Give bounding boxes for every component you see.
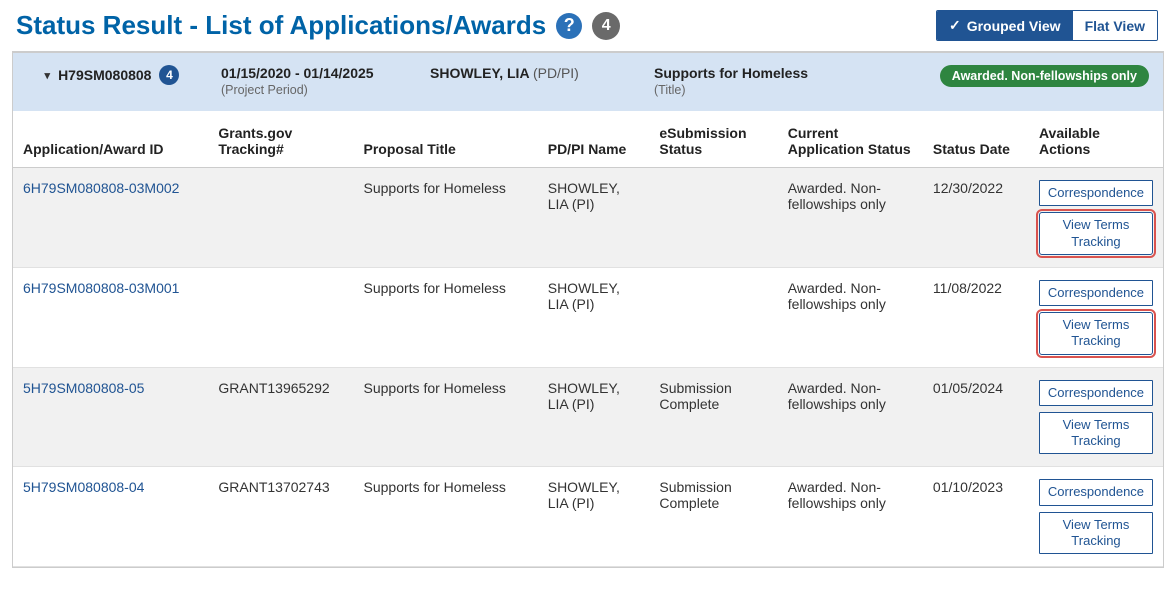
project-period: 01/15/2020 - 01/14/2025 (221, 65, 406, 81)
project-period-sub: (Project Period) (221, 83, 406, 97)
group-count-badge: 4 (159, 65, 179, 85)
pdpi-name: SHOWLEY, LIA (430, 65, 529, 81)
tracking-number (208, 168, 353, 268)
status-date: 01/05/2024 (923, 367, 1029, 467)
pdpi-cell: SHOWLEY, LIA (PI) (538, 367, 650, 467)
col-header-actions[interactable]: Available Actions (1029, 111, 1163, 168)
award-id-link[interactable]: 5H79SM080808-05 (23, 380, 144, 396)
proposal-title: Supports for Homeless (354, 267, 538, 367)
col-header-tracking[interactable]: Grants.gov Tracking# (208, 111, 353, 168)
col-header-pdpi[interactable]: PD/PI Name (538, 111, 650, 168)
view-terms-tracking-button[interactable]: View Terms Tracking (1039, 512, 1153, 555)
pdpi-cell: SHOWLEY, LIA (PI) (538, 168, 650, 268)
grouped-view-button[interactable]: Grouped View (937, 11, 1073, 40)
group-title-sub: (Title) (654, 83, 854, 97)
correspondence-button[interactable]: Correspondence (1039, 280, 1153, 306)
correspondence-button[interactable]: Correspondence (1039, 479, 1153, 505)
application-status: Awarded. Non-fellowships only (778, 267, 923, 367)
table-row: 6H79SM080808-03M001 Supports for Homeless… (13, 267, 1163, 367)
check-icon (949, 17, 961, 34)
application-status: Awarded. Non-fellowships only (778, 467, 923, 567)
group-title: Supports for Homeless (654, 65, 854, 81)
col-header-date[interactable]: Status Date (923, 111, 1029, 168)
correspondence-button[interactable]: Correspondence (1039, 380, 1153, 406)
award-id-link[interactable]: 6H79SM080808-03M002 (23, 180, 179, 196)
correspondence-button[interactable]: Correspondence (1039, 180, 1153, 206)
col-header-esub[interactable]: eSubmission Status (649, 111, 777, 168)
view-terms-tracking-button[interactable]: View Terms Tracking (1039, 412, 1153, 455)
page-title-text: Status Result - List of Applications/Awa… (16, 10, 546, 41)
pdpi-cell: SHOWLEY, LIA (PI) (538, 467, 650, 567)
award-id-link[interactable]: 5H79SM080808-04 (23, 479, 144, 495)
page-title: Status Result - List of Applications/Awa… (12, 10, 620, 41)
grouped-view-label: Grouped View (967, 18, 1061, 34)
flat-view-label: Flat View (1085, 18, 1145, 34)
tracking-number: GRANT13965292 (208, 367, 353, 467)
view-toggle: Grouped View Flat View (936, 10, 1158, 41)
application-status: Awarded. Non-fellowships only (778, 367, 923, 467)
proposal-title: Supports for Homeless (354, 168, 538, 268)
view-terms-tracking-button[interactable]: View Terms Tracking (1039, 212, 1153, 255)
award-id-link[interactable]: 6H79SM080808-03M001 (23, 280, 179, 296)
view-terms-tracking-button[interactable]: View Terms Tracking (1039, 312, 1153, 355)
col-header-status[interactable]: Current Application Status (778, 111, 923, 168)
proposal-title: Supports for Homeless (354, 467, 538, 567)
results-container: ▾ H79SM080808 4 01/15/2020 - 01/14/2025 … (12, 51, 1164, 568)
status-date: 01/10/2023 (923, 467, 1029, 567)
flat-view-button[interactable]: Flat View (1073, 11, 1157, 40)
table-row: 6H79SM080808-03M002 Supports for Homeless… (13, 168, 1163, 268)
help-icon[interactable]: ? (556, 13, 582, 39)
tracking-number: GRANT13702743 (208, 467, 353, 567)
esubmission-status (649, 168, 777, 268)
application-status: Awarded. Non-fellowships only (778, 168, 923, 268)
tracking-number (208, 267, 353, 367)
group-id: H79SM080808 (58, 67, 151, 83)
esubmission-status: Submission Complete (649, 467, 777, 567)
esubmission-status: Submission Complete (649, 367, 777, 467)
result-count-badge: 4 (592, 12, 620, 40)
col-header-proposal[interactable]: Proposal Title (354, 111, 538, 168)
table-row: 5H79SM080808-05 GRANT13965292Supports for… (13, 367, 1163, 467)
status-date: 12/30/2022 (923, 168, 1029, 268)
proposal-title: Supports for Homeless (354, 367, 538, 467)
pdpi-role: (PD/PI) (533, 65, 579, 81)
col-header-id[interactable]: Application/Award ID (13, 111, 208, 168)
group-header[interactable]: ▾ H79SM080808 4 01/15/2020 - 01/14/2025 … (13, 52, 1163, 111)
table-row: 5H79SM080808-04 GRANT13702743Supports for… (13, 467, 1163, 567)
status-badge: Awarded. Non-fellowships only (940, 65, 1149, 87)
status-date: 11/08/2022 (923, 267, 1029, 367)
pdpi-cell: SHOWLEY, LIA (PI) (538, 267, 650, 367)
chevron-down-icon[interactable]: ▾ (45, 69, 51, 82)
esubmission-status (649, 267, 777, 367)
applications-table: Application/Award ID Grants.gov Tracking… (13, 111, 1163, 567)
